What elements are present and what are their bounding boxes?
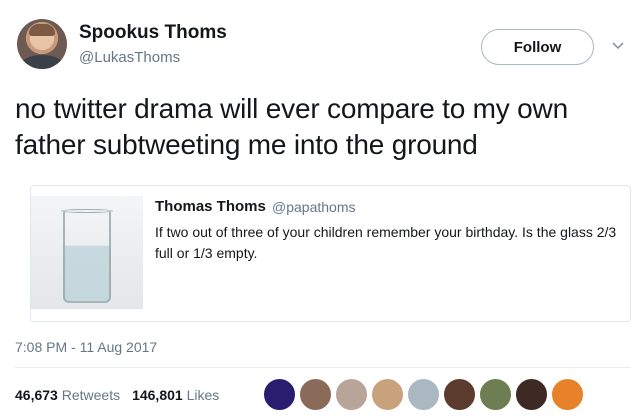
author-avatar[interactable] bbox=[17, 19, 67, 69]
glass-icon bbox=[63, 211, 111, 303]
quoted-tweet[interactable]: Thomas Thoms @papathoms If two out of th… bbox=[30, 185, 631, 322]
retweets-count: 46,673 bbox=[15, 387, 58, 403]
liker-avatar[interactable] bbox=[299, 378, 332, 411]
retweets-stat[interactable]: 46,673 Retweets bbox=[15, 387, 120, 403]
liker-avatars bbox=[263, 378, 584, 411]
liker-avatar[interactable] bbox=[263, 378, 296, 411]
retweets-label: Retweets bbox=[61, 387, 121, 403]
avatar-hair bbox=[29, 24, 55, 36]
liker-avatar[interactable] bbox=[515, 378, 548, 411]
tweet-timestamp[interactable]: 7:08 PM - 11 Aug 2017 bbox=[15, 339, 157, 355]
likes-stat[interactable]: 146,801 Likes bbox=[132, 387, 219, 403]
liker-avatar[interactable] bbox=[335, 378, 368, 411]
likes-count: 146,801 bbox=[132, 387, 183, 403]
tweet-stats: 46,673 Retweets 146,801 Likes bbox=[15, 387, 219, 403]
divider bbox=[15, 367, 630, 368]
liker-avatar[interactable] bbox=[551, 378, 584, 411]
liker-avatar[interactable] bbox=[407, 378, 440, 411]
tweet-text: no twitter drama will ever compare to my… bbox=[15, 93, 568, 160]
glass-of-water-image bbox=[31, 196, 143, 309]
author-display-name[interactable]: Spookus Thoms bbox=[79, 22, 227, 44]
chevron-down-icon[interactable] bbox=[610, 38, 626, 54]
liker-avatar[interactable] bbox=[443, 378, 476, 411]
quoted-handle: @papathoms bbox=[272, 199, 356, 215]
liker-avatar[interactable] bbox=[479, 378, 512, 411]
quoted-display-name: Thomas Thoms bbox=[155, 198, 266, 215]
author-handle[interactable]: @LukasThoms bbox=[79, 49, 180, 66]
follow-button[interactable]: Follow bbox=[481, 29, 594, 65]
avatar-shirt bbox=[21, 55, 63, 69]
liker-avatar[interactable] bbox=[371, 378, 404, 411]
likes-label: Likes bbox=[186, 387, 220, 403]
quoted-tweet-text: If two out of three of your children rem… bbox=[155, 224, 617, 261]
